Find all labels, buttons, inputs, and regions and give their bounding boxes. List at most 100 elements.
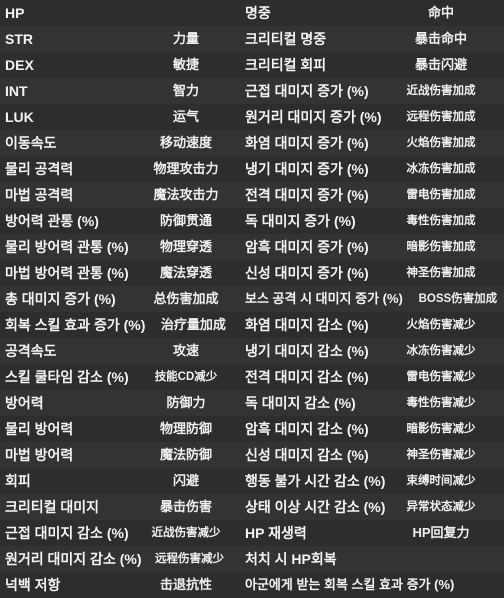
- attribute-name-chinese: 火焰伤害减少: [406, 319, 476, 331]
- attribute-row-left: 물리 공격력 物理攻击力: [0, 156, 240, 182]
- attribute-name-chinese: 总伤害加成: [153, 291, 219, 306]
- attribute-name-chinese: 毒性伤害减少: [406, 397, 476, 409]
- table-row: 공격속도 攻速 냉기 대미지 감소 (%) 冰冻伤害减少: [0, 338, 504, 364]
- attribute-name-korean: 독 대미지 증가 (%): [245, 213, 356, 229]
- attribute-row-right: 전격 대미지 감소 (%) 雷电伤害减少: [240, 364, 504, 390]
- table-row: LUK 运气 원거리 대미지 증가 (%) 远程伤害加成: [0, 104, 504, 130]
- attribute-table: HP 명중 命中 STR 力量 크리티컬 명중 暴击命中 DEX 敏捷 크리티컬 회피 暴击闪避 IN…: [0, 0, 504, 598]
- attribute-name-korean: 스킬 쿨타임 감소 (%): [5, 369, 129, 385]
- attribute-row-left: 마법 방어력 魔法防御: [0, 442, 240, 468]
- table-row: 마법 방어력 관통 (%) 魔法穿透 신성 대미지 증가 (%) 神圣伤害加成: [0, 260, 504, 286]
- attribute-name-chinese: 移动速度: [159, 135, 212, 150]
- attribute-name-korean: 원거리 대미지 감소 (%): [5, 551, 142, 567]
- attribute-name-korean: 행동 불가 시간 감소 (%): [245, 473, 386, 489]
- table-row: 넉백 저항 击退抗性 아군에게 받는 회복 스킬 효과 증가 (%): [0, 572, 504, 598]
- attribute-name-chinese: 暴击伤害: [159, 499, 212, 514]
- attribute-name-chinese: 远程伤害加成: [406, 111, 476, 123]
- attribute-name-chinese: 治疗量加成: [160, 317, 226, 332]
- attribute-name-korean: DEX: [5, 57, 34, 73]
- attribute-name-korean: 넉백 저항: [5, 577, 61, 593]
- attribute-row-right: 아군에게 받는 회복 스킬 효과 증가 (%): [240, 572, 504, 598]
- table-row: 마법 방어력 魔法防御 신성 대미지 감소 (%) 神圣伤害减少: [0, 442, 504, 468]
- attribute-row-right: 보스 공격 시 대미지 증가 (%) BOSS伤害加成: [240, 286, 504, 312]
- attribute-name-chinese: 远程伤害减少: [154, 553, 224, 565]
- table-row: 총 대미지 증가 (%) 总伤害加成 보스 공격 시 대미지 증가 (%) BOSS伤…: [0, 286, 504, 312]
- attribute-name-korean: 회복 스킬 효과 증가 (%): [5, 317, 146, 333]
- attribute-row-left: DEX 敏捷: [0, 52, 240, 78]
- attribute-name-chinese: 近战伤害加成: [406, 85, 476, 97]
- attribute-name-chinese: 火焰伤害加成: [406, 137, 476, 149]
- attribute-row-left: 마법 공격력 魔法攻击力: [0, 182, 240, 208]
- attribute-row-left: 회피 闪避: [0, 468, 240, 494]
- attribute-name-korean: 원거리 대미지 증가 (%): [245, 109, 382, 125]
- attribute-name-chinese: 神圣伤害加成: [406, 267, 476, 279]
- table-row: 물리 공격력 物理攻击力 냉기 대미지 증가 (%) 冰冻伤害加成: [0, 156, 504, 182]
- attribute-name-korean: 냉기 대미지 감소 (%): [245, 343, 369, 359]
- attribute-row-right: 근접 대미지 증가 (%) 近战伤害加成: [240, 78, 504, 104]
- table-row: 방어력 防御力 독 대미지 감소 (%) 毒性伤害减少: [0, 390, 504, 416]
- attribute-row-left: 이동속도 移动速度: [0, 130, 240, 156]
- attribute-name-korean: 마법 공격력: [5, 187, 74, 203]
- attribute-row-left: 마법 방어력 관통 (%) 魔法穿透: [0, 260, 240, 286]
- attribute-name-korean: 냉기 대미지 증가 (%): [245, 161, 369, 177]
- attribute-name-chinese: 暗影伤害减少: [406, 423, 476, 435]
- attribute-row-left: 근접 대미지 감소 (%) 近战伤害减少: [0, 520, 240, 546]
- attribute-name-chinese: 暴击闪避: [414, 57, 467, 72]
- attribute-row-left: 넉백 저항 击退抗性: [0, 572, 240, 598]
- attribute-name-chinese: 力量: [172, 31, 199, 46]
- attribute-row-left: INT 智力: [0, 78, 240, 104]
- attribute-row-right: 암흑 대미지 증가 (%) 暗影伤害加成: [240, 234, 504, 260]
- attribute-name-chinese: 冰冻伤害减少: [406, 345, 476, 357]
- attribute-row-right: 냉기 대미지 증가 (%) 冰冻伤害加成: [240, 156, 504, 182]
- attribute-name-chinese: 神圣伤害减少: [406, 449, 476, 461]
- attribute-name-korean: 근접 대미지 감소 (%): [5, 525, 129, 541]
- attribute-name-korean: STR: [5, 31, 33, 47]
- attribute-name-korean: 공격속도: [5, 343, 57, 359]
- table-row: 원거리 대미지 감소 (%) 远程伤害减少 처치 시 HP회복: [0, 546, 504, 572]
- attribute-name-chinese: 闪避: [172, 473, 199, 488]
- attribute-name-chinese: 暗影伤害加成: [406, 241, 476, 253]
- attribute-name-chinese: 运气: [172, 109, 199, 124]
- attribute-name-chinese: 智力: [172, 83, 199, 98]
- attribute-name-korean: 보스 공격 시 대미지 증가 (%): [245, 291, 403, 306]
- attribute-row-right: 냉기 대미지 감소 (%) 冰冻伤害减少: [240, 338, 504, 364]
- attribute-name-korean: 물리 공격력: [5, 161, 74, 177]
- attribute-name-korean: 처치 시 HP회복: [245, 551, 337, 567]
- attribute-row-right: 행동 불가 시간 감소 (%) 束缚时间减少: [240, 468, 504, 494]
- attribute-name-korean: 신성 대미지 증가 (%): [245, 265, 369, 281]
- table-row: 방어력 관통 (%) 防御贯通 독 대미지 증가 (%) 毒性伤害加成: [0, 208, 504, 234]
- attribute-row-right: 크리티컬 명중 暴击命中: [240, 26, 504, 52]
- attribute-name-korean: 신성 대미지 감소 (%): [245, 447, 369, 463]
- table-row: 회피 闪避 행동 불가 시간 감소 (%) 束缚时间减少: [0, 468, 504, 494]
- attribute-row-left: 스킬 쿨타임 감소 (%) 技能CD减少: [0, 364, 240, 390]
- attribute-row-right: 암흑 대미지 감소 (%) 暗影伤害减少: [240, 416, 504, 442]
- attribute-name-chinese: 魔法攻击力: [153, 187, 219, 202]
- attribute-name-chinese: 击退抗性: [159, 577, 212, 592]
- attribute-row-left: 방어력 관통 (%) 防御贯通: [0, 208, 240, 234]
- table-row: 마법 공격력 魔法攻击力 전격 대미지 증가 (%) 雷电伤害加成: [0, 182, 504, 208]
- attribute-name-chinese: 冰冻伤害加成: [406, 163, 476, 175]
- attribute-name-korean: 회피: [5, 473, 31, 489]
- attribute-name-chinese: 物理防御: [159, 421, 212, 436]
- attribute-row-right: 전격 대미지 증가 (%) 雷电伤害加成: [240, 182, 504, 208]
- attribute-name-korean: HP 재생력: [245, 525, 307, 541]
- table-row: 물리 방어력 物理防御 암흑 대미지 감소 (%) 暗影伤害减少: [0, 416, 504, 442]
- attribute-name-chinese: 束缚时间减少: [406, 475, 476, 487]
- attribute-glossary-page: 属性介绍 by： 我叫可夫子 游戏ID：MamaMiyo HP명중命中STR力量…: [0, 0, 504, 598]
- table-row: 이동속도 移动速度 화염 대미지 증가 (%) 火焰伤害加成: [0, 130, 504, 156]
- attribute-row-left: 공격속도 攻速: [0, 338, 240, 364]
- table-row: 스킬 쿨타임 감소 (%) 技能CD减少 전격 대미지 감소 (%) 雷电伤害减少: [0, 364, 504, 390]
- attribute-name-chinese: 魔法防御: [159, 447, 212, 462]
- attribute-name-korean: LUK: [5, 109, 34, 125]
- attribute-name-chinese: 防御贯通: [159, 213, 212, 228]
- attribute-name-korean: 방어력: [5, 395, 44, 411]
- attribute-name-chinese: 技能CD减少: [154, 371, 218, 383]
- attribute-name-chinese: 物理攻击力: [153, 161, 219, 176]
- attribute-row-right: 신성 대미지 증가 (%) 神圣伤害加成: [240, 260, 504, 286]
- attribute-name-korean: 이동속도: [5, 135, 57, 151]
- table-row: STR 力量 크리티컬 명중 暴击命中: [0, 26, 504, 52]
- attribute-name-chinese: 近战伤害减少: [151, 527, 221, 539]
- attribute-name-korean: 물리 방어력: [5, 421, 74, 437]
- attribute-name-korean: 명중: [245, 5, 271, 21]
- attribute-name-korean: 크리티컬 명중: [245, 31, 327, 47]
